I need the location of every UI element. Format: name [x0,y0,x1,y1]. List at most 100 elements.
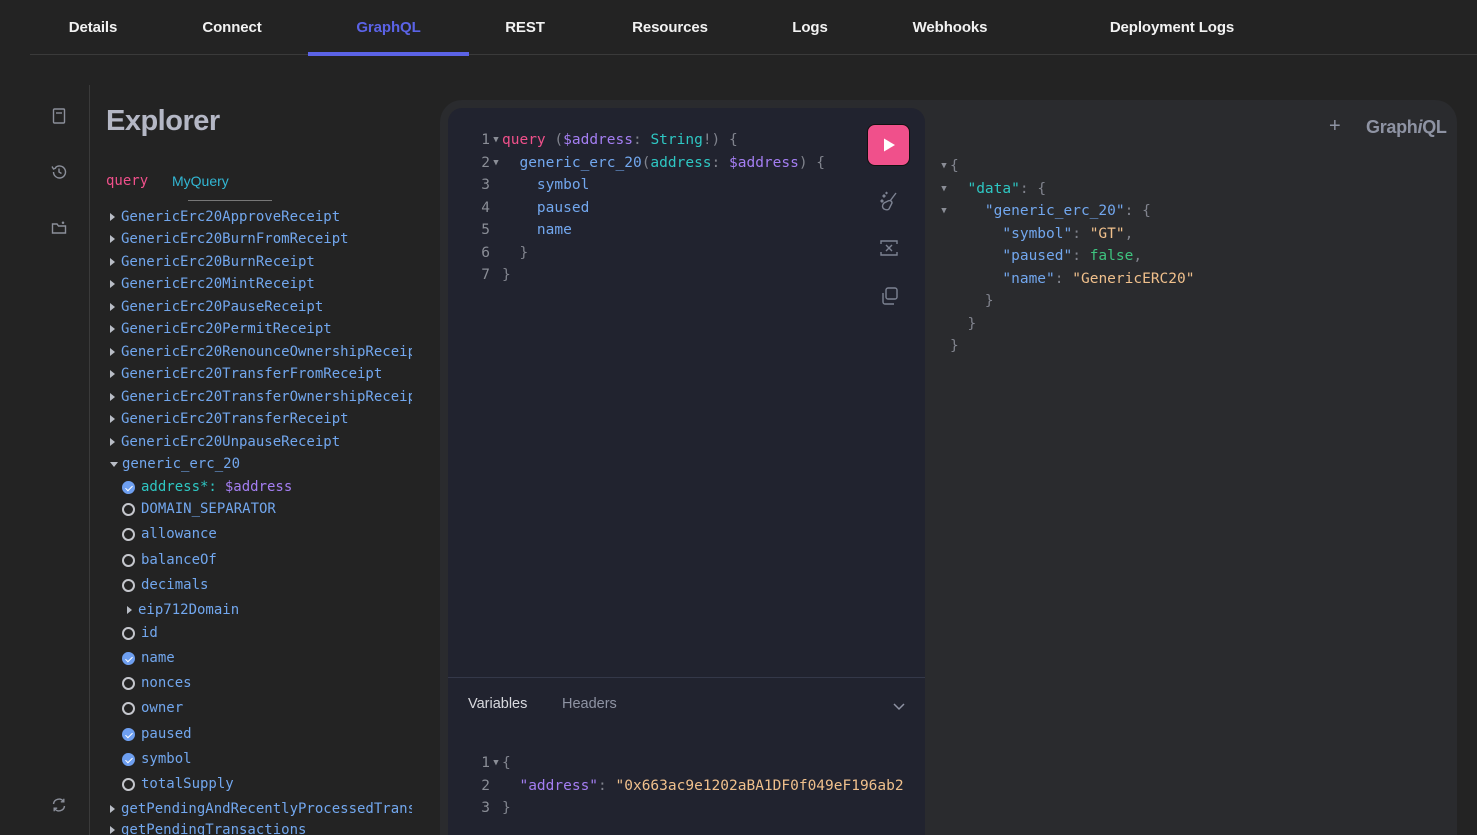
checkbox-checked-icon[interactable] [122,651,135,665]
operation-keyword: query [106,173,149,189]
checkbox-checked-icon[interactable] [122,752,135,766]
tab-rest[interactable]: REST [469,0,581,55]
code-token: $address [563,132,633,148]
caret-right-icon [110,258,115,266]
code-token: paused [536,199,590,216]
code-token: } [519,244,529,261]
field-object[interactable]: eip712Domain [127,599,420,621]
tree-node[interactable]: GenericErc20RenounceOwnershipReceipt [110,341,412,363]
refresh-icon[interactable] [50,796,68,814]
headers-tab[interactable]: Headers [562,696,617,712]
tree-node[interactable]: GenericErc20MintReceipt [110,273,420,295]
tab-deployment-logs[interactable]: Deployment Logs [1090,0,1254,55]
tab-logs[interactable]: Logs [760,0,860,55]
code-token: : [711,154,729,171]
tree-node[interactable]: GenericErc20TransferReceipt [110,408,420,430]
code-line: 1 ▼ query ($address: String!) { [476,129,825,152]
checkbox-unchecked-icon[interactable] [122,676,135,690]
field-item[interactable]: totalSupply [122,773,420,795]
caret-right-icon [110,805,115,813]
checkbox-checked-icon[interactable] [122,480,135,494]
tree-node[interactable]: GenericErc20PauseReceipt [110,296,420,318]
code-token: , [1133,248,1143,264]
caret-right-icon [110,348,115,356]
tree-node[interactable]: GenericErc20ApproveReceipt [110,206,420,228]
field-item[interactable]: name [122,647,420,669]
tree-node[interactable]: getPendingAndRecentlyProcessedTransactio… [110,798,412,820]
code-token: "paused" [1002,248,1073,264]
tree-node[interactable]: GenericErc20TransferOwnershipReceipt [110,386,412,408]
code-token: 4 [481,199,490,216]
tab-connect[interactable]: Connect [156,0,308,55]
code-token: address [650,154,712,171]
tree-node[interactable]: GenericErc20TransferFromReceipt [110,363,420,385]
operation-name-input[interactable]: MyQuery [172,173,229,189]
add-tab-button[interactable]: + [1329,115,1341,138]
copy-query-button[interactable] [877,284,901,308]
tab-details[interactable]: Details [30,0,156,55]
field-item[interactable]: symbol [122,748,420,770]
code-token: 3 [481,800,490,816]
checkbox-unchecked-icon[interactable] [122,502,135,516]
checkbox-unchecked-icon[interactable] [122,626,135,640]
field-item[interactable]: decimals [122,574,420,596]
code-token: generic_erc_20 [519,154,642,171]
field-item[interactable]: allowance [122,523,420,545]
history-icon[interactable] [50,163,68,181]
code-token: : [1072,248,1090,264]
code-line: "symbol": "GT", [938,223,1194,246]
field-item[interactable]: balanceOf [122,549,420,571]
code-line: ▼ "data": { [938,178,1194,201]
code-token: symbol [536,177,590,193]
code-token: : [632,132,651,148]
tree-node[interactable]: GenericErc20PermitReceipt [110,318,420,340]
variables-divider [448,677,925,678]
checkbox-unchecked-icon[interactable] [122,578,135,592]
merge-fragments-button[interactable] [877,236,901,260]
field-item[interactable]: id [122,622,420,644]
caret-right-icon [110,438,115,446]
field-item[interactable]: paused [122,723,420,745]
copy-icon [882,287,898,305]
tree-node[interactable]: GenericErc20UnpauseReceipt [110,431,420,453]
tab-webhooks[interactable]: Webhooks [890,0,1010,55]
query-editor[interactable]: 1 ▼ query ($address: String!) {2 ▼ generic_… [476,129,825,287]
tab-resources[interactable]: Resources [600,0,740,55]
run-query-button[interactable] [867,124,910,166]
code-token: , [1124,225,1134,242]
graphiql-logo: GraphiQL [1366,117,1447,137]
collapse-variables-button[interactable] [891,698,907,714]
variables-editor[interactable]: 1 ▼{2 "address": "0x663ac9e1202aBA1DF0f04… [470,752,910,832]
field-item[interactable]: nonces [122,672,420,694]
explorer-title: Explorer [106,105,220,137]
tree-node[interactable]: GenericErc20BurnReceipt [110,251,420,273]
checkbox-unchecked-icon[interactable] [122,527,135,541]
checkbox-unchecked-icon[interactable] [122,553,135,567]
prettify-button[interactable] [877,189,901,213]
code-token: query [502,132,546,148]
code-line: ▼{ [938,155,1194,178]
tree-node[interactable]: getPendingTransactions [110,819,420,835]
code-line: 7} [476,264,825,287]
caret-right-icon [110,393,115,401]
code-token: 5 [481,222,490,238]
checkbox-unchecked-icon[interactable] [122,701,135,715]
code-line: 1 ▼{ [476,752,904,775]
code-token: !) { [702,132,738,148]
folder-add-icon[interactable] [50,219,68,237]
code-token: 1 [481,755,490,771]
tab-graphql[interactable]: GraphQL [308,0,469,56]
field-item[interactable]: owner [122,697,420,719]
docs-icon[interactable] [50,107,68,125]
code-token: } [502,800,511,816]
play-icon [883,138,895,152]
variables-tab[interactable]: Variables [468,696,527,712]
checkbox-unchecked-icon[interactable] [122,777,135,791]
code-line: "name": "GenericERC20" [938,268,1194,291]
tree-node-expanded[interactable]: generic_erc_20 [110,453,420,475]
tree-node[interactable]: GenericErc20BurnFromReceipt [110,228,420,250]
field-item[interactable]: DOMAIN_SEPARATOR [122,498,420,520]
merge-fragments-icon [880,240,898,256]
checkbox-checked-icon[interactable] [122,727,135,741]
field-argument[interactable]: address*: $address [122,476,420,498]
